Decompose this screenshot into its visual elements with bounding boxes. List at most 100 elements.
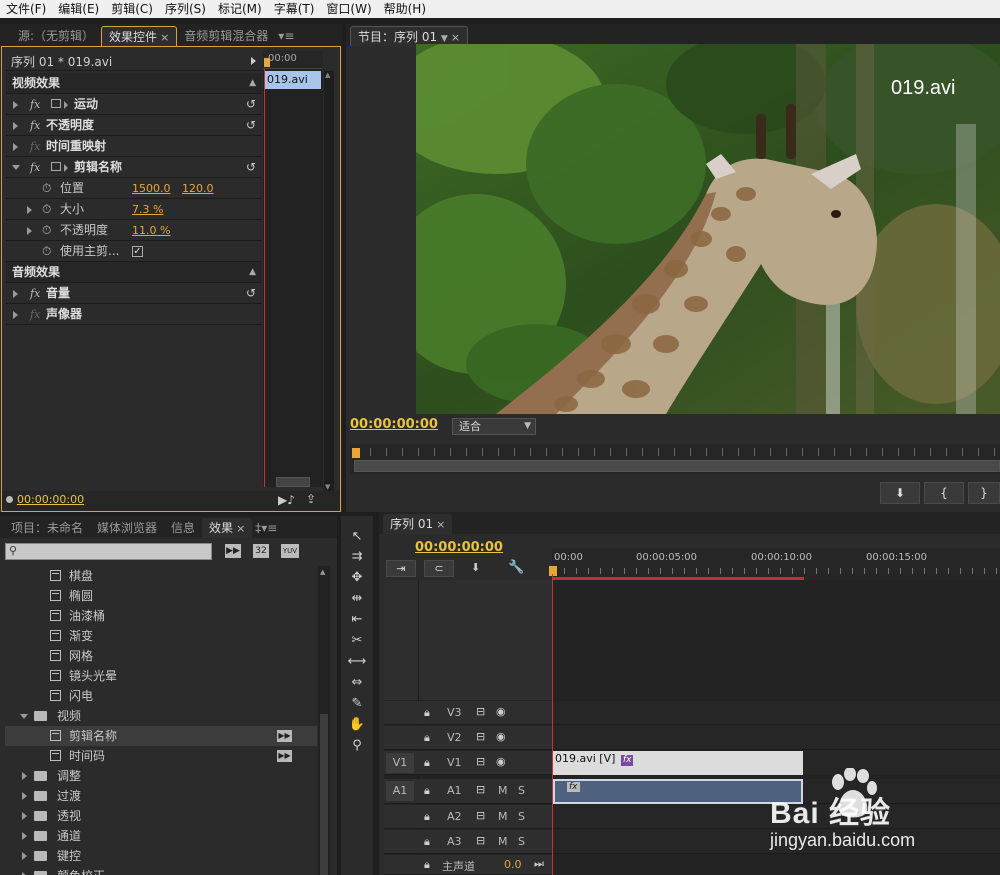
effect-row-volume[interactable]: fx 音量 ↺ [6,283,262,304]
tab-effect-controls[interactable]: 效果控件 × [101,26,178,46]
razor-tool-icon[interactable]: ✂ [347,632,367,650]
expand-icon[interactable] [22,772,27,780]
ripple-edit-tool-icon[interactable]: ✥ [347,569,367,587]
stopwatch-icon[interactable]: ⏱ [42,199,51,220]
source-patch-v1[interactable]: V1 [386,753,414,773]
program-scrubber[interactable] [350,444,1000,474]
effect-controls-timecode[interactable]: 00:00:00:00 [17,493,84,506]
sync-lock-icon[interactable]: ⊟ [476,755,485,768]
menu-sequence[interactable]: 序列(S) [159,0,212,18]
timeline-timecode[interactable]: 00:00:00:00 [415,540,503,555]
position-x-value[interactable]: 1500.0 [132,178,171,199]
expand-icon[interactable] [13,290,18,298]
solo-button[interactable]: S [518,810,525,823]
menu-help[interactable]: 帮助(H) [378,0,432,18]
effect-row-panner[interactable]: fx 声像器 [6,304,262,325]
scroll-up-icon[interactable]: ▲ [325,71,333,79]
track-select-tool-icon[interactable]: ⇉ [347,548,367,566]
slide-tool-icon[interactable]: ⇔ [347,674,367,692]
fx-icon[interactable]: fx [30,115,40,136]
scrubber-track[interactable] [354,460,1000,472]
source-patch-a1[interactable]: A1 [386,781,414,801]
use-master-checkbox[interactable]: ✓ [132,246,143,257]
close-icon[interactable]: × [160,31,169,44]
zoom-tool-icon[interactable]: ⚲ [347,737,367,755]
effects-tree-item[interactable]: 通道 [5,826,317,846]
go-to-end-icon[interactable]: ⏭ [534,857,544,871]
scroll-down-icon[interactable]: ▼ [325,483,333,491]
expand-icon[interactable] [22,852,27,860]
eye-icon[interactable]: ◉ [496,755,506,768]
expand-icon[interactable] [13,143,18,151]
scroll-up-icon[interactable]: ▲ [320,568,325,576]
stopwatch-icon[interactable]: ⏱ [42,241,51,262]
32bit-icon[interactable]: 32 [253,544,269,558]
sync-lock-icon[interactable]: ⊟ [476,730,485,743]
effects-tree-item[interactable]: 颜色校正 [5,866,317,875]
dropdown-icon[interactable]: ▼ [441,34,448,44]
rate-stretch-tool-icon[interactable]: ⇤ [347,611,367,629]
scroll-thumb[interactable] [320,714,328,875]
effects-tree-item[interactable]: 网格 [5,646,317,666]
tab-sequence[interactable]: 序列 01 × [383,514,453,534]
tab-source[interactable]: 源:（无剪辑） [4,26,101,46]
effects-tree-item[interactable]: 渐变 [5,626,317,646]
solo-button[interactable]: S [518,835,525,848]
tab-project[interactable]: 项目：未命名 [4,518,90,538]
tab-media-browser[interactable]: 媒体浏览器 [90,518,164,538]
tab-info[interactable]: 信息 [164,518,202,538]
menu-window[interactable]: 窗口(W) [320,0,377,18]
mark-in-button[interactable]: { [924,482,964,504]
eye-icon[interactable]: ◉ [496,730,506,743]
expand-icon[interactable] [27,227,32,235]
sync-lock-icon[interactable]: ⊟ [476,705,485,718]
fx-icon[interactable]: fx [30,157,40,178]
opacity-value[interactable]: 11.0 % [132,220,170,241]
menu-marker[interactable]: 标记(M) [212,0,268,18]
effects-search[interactable]: ⚲ [5,543,212,560]
expand-icon[interactable] [22,792,27,800]
effect-row-clip-name[interactable]: fx 剪辑名称 ↺ [6,157,262,178]
accelerated-icon[interactable]: ▶▶ [225,544,241,558]
tab-effects[interactable]: 效果 × [202,518,253,538]
track-lane-v3[interactable] [553,701,1000,725]
add-marker-button[interactable]: ⬇ [880,482,920,504]
video-clip[interactable]: 019.avi [V] fx [553,751,803,775]
effect-row-motion[interactable]: fx 运动 ↺ [6,94,262,115]
add-marker-icon[interactable]: ⬇ [471,561,480,574]
lock-icon[interactable]: 🔒︎ [424,706,430,720]
effects-tree-item[interactable]: 棋盘 [5,566,317,586]
close-icon[interactable]: × [436,518,445,531]
panel-menu-icon[interactable]: ‡▾≡ [252,518,280,538]
expand-icon[interactable] [22,812,27,820]
effects-tree-item[interactable]: 视频 [5,706,317,726]
tab-program[interactable]: 节目：序列 01 ▼ × [350,26,469,46]
collapse-icon[interactable] [12,165,20,170]
lock-icon[interactable]: 🔒︎ [424,731,430,745]
reset-icon[interactable]: ↺ [246,94,256,115]
linked-selection-button[interactable]: ⊂ [424,560,454,577]
menu-file[interactable]: 文件(F) [0,0,52,18]
audio-clip[interactable]: fx [553,779,803,804]
mute-button[interactable]: M [498,784,508,797]
lock-icon[interactable]: 🔒︎ [424,858,430,872]
solo-button[interactable]: S [518,784,525,797]
reset-icon[interactable]: ↺ [246,115,256,136]
effects-tree-item[interactable]: 键控 [5,846,317,866]
position-y-value[interactable]: 120.0 [182,178,214,199]
play-audio-icon[interactable]: ▶♪ [278,493,295,507]
fx-icon[interactable]: fx [30,283,40,304]
fit-dropdown[interactable]: 适合 ▼ [452,418,536,435]
reset-icon[interactable]: ↺ [246,283,256,304]
expand-icon[interactable] [13,122,18,130]
mute-button[interactable]: M [498,810,508,823]
expand-icon[interactable] [22,832,27,840]
mini-clip[interactable]: 019.avi [265,71,321,89]
master-volume-value[interactable]: 0.0 [504,858,522,871]
effects-tree-item[interactable]: 椭圆 [5,586,317,606]
playhead-marker-icon[interactable] [264,58,270,67]
timeline-playhead[interactable] [552,574,553,875]
collapse-icon[interactable]: ▲ [249,73,256,94]
timeline-ruler[interactable]: 00:00 00:00:05:00 00:00:10:00 00:00:15:0… [549,548,1000,580]
sync-lock-icon[interactable]: ⊟ [476,783,485,796]
